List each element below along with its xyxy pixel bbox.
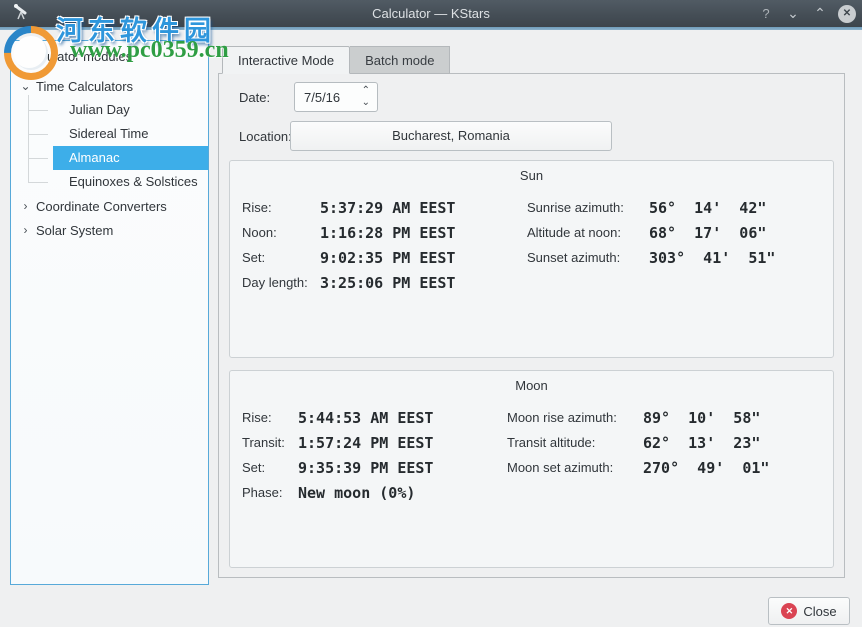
moon-rise-row: Rise: 5:44:53 AM EEST bbox=[242, 405, 433, 430]
location-row: Location: Bucharest, Romania bbox=[239, 121, 612, 151]
sunset-azimuth-label: Sunset azimuth: bbox=[527, 250, 649, 265]
sun-noon-row: Noon: 1:16:28 PM EEST bbox=[242, 220, 455, 245]
sunset-azimuth-row: Sunset azimuth: 303° 41' 51" bbox=[527, 245, 775, 270]
transit-altitude-label: Transit altitude: bbox=[507, 435, 643, 450]
date-spinbox[interactable]: 7/5/16 ⌃ ⌄ bbox=[294, 82, 378, 112]
moon-rise-azimuth-row: Moon rise azimuth: 89° 10' 58" bbox=[507, 405, 769, 430]
moon-right-column: Moon rise azimuth: 89° 10' 58" Transit a… bbox=[507, 405, 769, 480]
sun-noon-value: 1:16:28 PM EEST bbox=[320, 224, 455, 242]
sun-set-value: 9:02:35 PM EEST bbox=[320, 249, 455, 267]
altitude-at-noon-value: 68° 17' 06" bbox=[649, 224, 766, 242]
altitude-at-noon-row: Altitude at noon: 68° 17' 06" bbox=[527, 220, 775, 245]
moon-set-row: Set: 9:35:39 PM EEST bbox=[242, 455, 433, 480]
sidebar-item-coordinate-converters[interactable]: › Coordinate Converters bbox=[11, 194, 208, 218]
date-row: Date: 7/5/16 ⌃ ⌄ bbox=[239, 82, 378, 112]
close-window-icon[interactable]: ✕ bbox=[838, 5, 856, 23]
date-label: Date: bbox=[239, 90, 294, 105]
sidebar-item-almanac[interactable]: Almanac bbox=[11, 146, 208, 170]
chevron-down-icon[interactable]: ⌄ bbox=[17, 79, 34, 93]
moon-transit-value: 1:57:24 PM EEST bbox=[298, 434, 433, 452]
moon-rise-azimuth-value: 89° 10' 58" bbox=[643, 409, 760, 427]
chevron-right-icon[interactable]: › bbox=[17, 199, 34, 213]
sidebar-item-julian-day[interactable]: Julian Day bbox=[11, 98, 208, 122]
moon-set-azimuth-label: Moon set azimuth: bbox=[507, 460, 643, 475]
moon-groupbox: Moon Rise: 5:44:53 AM EEST Transit: 1:57… bbox=[229, 370, 834, 568]
date-value[interactable]: 7/5/16 bbox=[295, 90, 340, 105]
sidebar-item-equinoxes-solstices[interactable]: Equinoxes & Solstices bbox=[11, 170, 208, 194]
tab-bar: Interactive Mode Batch mode bbox=[222, 46, 450, 74]
moon-rise-value: 5:44:53 AM EEST bbox=[298, 409, 433, 427]
moon-transit-label: Transit: bbox=[242, 435, 298, 450]
chevron-right-icon[interactable]: › bbox=[17, 223, 34, 237]
sun-group-title: Sun bbox=[230, 168, 833, 183]
titlebar[interactable]: Calculator — KStars ? ⌄ ⌃ ✕ bbox=[0, 0, 862, 27]
interactive-mode-pane: Date: 7/5/16 ⌃ ⌄ Location: Bucharest, Ro… bbox=[218, 73, 845, 578]
tree-header: Calculator modules bbox=[11, 41, 208, 74]
titlebar-accent-line bbox=[0, 27, 862, 30]
sidebar-item-label: Solar System bbox=[36, 223, 113, 238]
help-icon[interactable]: ? bbox=[757, 6, 775, 21]
moon-phase-value: New moon (0%) bbox=[298, 484, 415, 502]
moon-group-title: Moon bbox=[230, 378, 833, 393]
sidebar-item-label: Sidereal Time bbox=[53, 122, 208, 146]
moon-phase-row: Phase: New moon (0%) bbox=[242, 480, 433, 505]
sidebar-item-label: Coordinate Converters bbox=[36, 199, 167, 214]
minimize-icon[interactable]: ⌄ bbox=[784, 5, 802, 22]
sidebar-item-label-selected: Almanac bbox=[53, 146, 208, 170]
sun-set-row: Set: 9:02:35 PM EEST bbox=[242, 245, 455, 270]
calculator-modules-tree: Calculator modules ⌄ Time Calculators Ju… bbox=[10, 40, 209, 585]
sun-day-length-row: Day length: 3:25:06 PM EEST bbox=[242, 270, 455, 295]
sun-day-length-value: 3:25:06 PM EEST bbox=[320, 274, 455, 292]
date-spin-buttons: ⌃ ⌄ bbox=[362, 85, 370, 109]
moon-left-column: Rise: 5:44:53 AM EEST Transit: 1:57:24 P… bbox=[242, 405, 433, 505]
spin-up-icon[interactable]: ⌃ bbox=[362, 85, 370, 97]
sidebar-item-label: Julian Day bbox=[53, 98, 208, 122]
calculator-window: Calculator — KStars ? ⌄ ⌃ ✕ Calculator m… bbox=[0, 0, 862, 627]
sidebar-item-solar-system[interactable]: › Solar System bbox=[11, 218, 208, 242]
sun-left-column: Rise: 5:37:29 AM EEST Noon: 1:16:28 PM E… bbox=[242, 195, 455, 295]
sun-rise-value: 5:37:29 AM EEST bbox=[320, 199, 455, 217]
close-button-label: Close bbox=[803, 604, 836, 619]
window-controls: ? ⌄ ⌃ ✕ bbox=[757, 0, 856, 27]
moon-set-label: Set: bbox=[242, 460, 298, 475]
altitude-at-noon-label: Altitude at noon: bbox=[527, 225, 649, 240]
spin-down-icon[interactable]: ⌄ bbox=[362, 97, 370, 109]
sunrise-azimuth-value: 56° 14' 42" bbox=[649, 199, 766, 217]
sunrise-azimuth-label: Sunrise azimuth: bbox=[527, 200, 649, 215]
moon-set-azimuth-value: 270° 49' 01" bbox=[643, 459, 769, 477]
sidebar-item-time-calculators[interactable]: ⌄ Time Calculators bbox=[11, 74, 208, 98]
window-title: Calculator — KStars bbox=[0, 0, 862, 27]
sidebar-item-label: Equinoxes & Solstices bbox=[53, 170, 208, 194]
maximize-icon[interactable]: ⌃ bbox=[811, 5, 829, 22]
tab-batch-mode[interactable]: Batch mode bbox=[350, 46, 450, 74]
transit-altitude-value: 62° 13' 23" bbox=[643, 434, 760, 452]
close-button[interactable]: ✕ Close bbox=[768, 597, 850, 625]
moon-rise-azimuth-label: Moon rise azimuth: bbox=[507, 410, 643, 425]
sun-right-column: Sunrise azimuth: 56° 14' 42" Altitude at… bbox=[527, 195, 775, 270]
sidebar-item-sidereal-time[interactable]: Sidereal Time bbox=[11, 122, 208, 146]
sunrise-azimuth-row: Sunrise azimuth: 56° 14' 42" bbox=[527, 195, 775, 220]
transit-altitude-row: Transit altitude: 62° 13' 23" bbox=[507, 430, 769, 455]
moon-phase-label: Phase: bbox=[242, 485, 298, 500]
sun-groupbox: Sun Rise: 5:37:29 AM EEST Noon: 1:16:28 … bbox=[229, 160, 834, 358]
sun-set-label: Set: bbox=[242, 250, 320, 265]
close-badge-icon: ✕ bbox=[781, 603, 797, 619]
sun-rise-row: Rise: 5:37:29 AM EEST bbox=[242, 195, 455, 220]
sun-rise-label: Rise: bbox=[242, 200, 320, 215]
sunset-azimuth-value: 303° 41' 51" bbox=[649, 249, 775, 267]
location-button[interactable]: Bucharest, Romania bbox=[290, 121, 612, 151]
location-label: Location: bbox=[239, 129, 290, 144]
sidebar-item-label: Time Calculators bbox=[36, 79, 133, 94]
moon-set-value: 9:35:39 PM EEST bbox=[298, 459, 433, 477]
sun-noon-label: Noon: bbox=[242, 225, 320, 240]
tab-interactive-mode[interactable]: Interactive Mode bbox=[222, 46, 350, 74]
time-calculators-children: Julian Day Sidereal Time Almanac Equinox… bbox=[11, 98, 208, 194]
moon-set-azimuth-row: Moon set azimuth: 270° 49' 01" bbox=[507, 455, 769, 480]
moon-rise-label: Rise: bbox=[242, 410, 298, 425]
sun-day-length-label: Day length: bbox=[242, 275, 320, 290]
moon-transit-row: Transit: 1:57:24 PM EEST bbox=[242, 430, 433, 455]
